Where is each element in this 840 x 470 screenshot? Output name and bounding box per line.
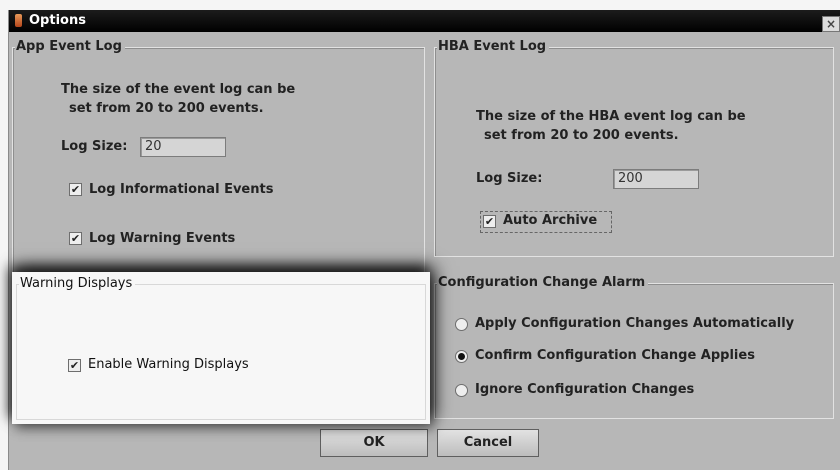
apply-automatically-radio[interactable] [455,318,468,331]
app-icon [15,14,22,27]
app-log-size-label: Log Size: [61,139,128,154]
confirm-change-radio[interactable] [455,350,468,363]
app-log-size-input[interactable]: 20 [140,137,226,157]
close-icon[interactable]: × [822,16,840,32]
cancel-button[interactable]: Cancel [437,429,539,457]
configuration-change-alarm-title: Configuration Change Alarm [437,275,649,290]
log-informational-checkbox[interactable]: ✔ [69,183,82,196]
warning-displays-group: Warning Displays [16,276,426,420]
warning-displays-highlight: Warning Displays ✔ Enable Warning Displa… [12,272,430,424]
ok-button[interactable]: OK [320,429,428,457]
auto-archive-checkbox[interactable]: ✔ [483,215,496,228]
hba-log-size-label: Log Size: [476,171,543,186]
app-event-log-title: App Event Log [15,39,125,54]
hba-event-log-description-line1: The size of the HBA event log can be [476,109,746,124]
window-title: Options [29,13,86,28]
log-informational-label[interactable]: Log Informational Events [89,182,273,197]
warning-displays-title: Warning Displays [19,276,136,291]
hba-log-size-input[interactable]: 200 [613,169,699,189]
ignore-changes-radio[interactable] [455,384,468,397]
log-warning-label[interactable]: Log Warning Events [89,231,235,246]
ignore-changes-label[interactable]: Ignore Configuration Changes [475,382,694,397]
enable-warning-displays-label[interactable]: Enable Warning Displays [88,357,249,372]
auto-archive-label[interactable]: Auto Archive [503,213,597,228]
hba-event-log-title: HBA Event Log [437,39,550,54]
title-bar[interactable]: Options × [9,10,840,32]
app-event-log-description-line1: The size of the event log can be [61,82,296,97]
hba-event-log-description-line2: set from 20 to 200 events. [484,128,679,143]
apply-automatically-label[interactable]: Apply Configuration Changes Automaticall… [475,316,794,331]
confirm-change-label[interactable]: Confirm Configuration Change Applies [475,348,755,363]
log-warning-checkbox[interactable]: ✔ [69,232,82,245]
enable-warning-displays-checkbox[interactable]: ✔ [68,359,81,372]
app-event-log-description-line2: set from 20 to 200 events. [69,101,264,116]
